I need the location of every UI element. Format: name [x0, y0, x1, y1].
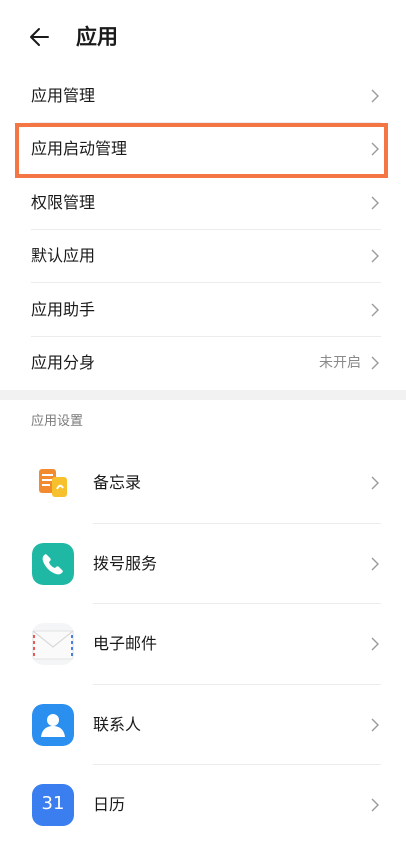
- notepad-icon: [32, 462, 74, 504]
- calendar-icon-text: 31: [41, 793, 65, 814]
- contacts-icon: [32, 703, 74, 746]
- chevron-right-icon: [371, 303, 379, 317]
- app-row-dialer[interactable]: 拨号服务: [0, 524, 406, 604]
- menu-item-app-management[interactable]: 应用管理: [0, 69, 406, 123]
- chevron-right-icon: [371, 142, 379, 156]
- chevron-right-icon: [371, 637, 379, 651]
- app-row-calendar[interactable]: 31 日历: [0, 765, 406, 846]
- app-list: 备忘录 拨号服务 电子邮件 联系人 31 日历: [0, 443, 406, 846]
- menu-item-label: 权限管理: [31, 192, 96, 212]
- chevron-right-icon: [371, 196, 379, 210]
- menu-item-app-launch-management[interactable]: 应用启动管理: [0, 123, 406, 176]
- chevron-right-icon: [371, 476, 379, 490]
- menu-item-label: 应用分身: [31, 353, 96, 373]
- menu-item-label: 应用管理: [31, 85, 96, 105]
- app-twin-status: 未开启: [319, 355, 361, 372]
- chevron-right-icon: [371, 89, 379, 103]
- app-label: 拨号服务: [93, 553, 158, 573]
- chevron-right-icon: [371, 718, 379, 732]
- chevron-right-icon: [371, 249, 379, 263]
- calendar-icon: 31: [32, 784, 74, 826]
- chevron-right-icon: [371, 798, 379, 812]
- section-divider: [0, 390, 406, 400]
- app-label: 电子邮件: [93, 634, 158, 653]
- app-row-contacts[interactable]: 联系人: [0, 685, 406, 765]
- menu-item-permission-management[interactable]: 权限管理: [0, 176, 406, 230]
- app-row-memo[interactable]: 备忘录: [0, 443, 406, 524]
- chevron-right-icon: [371, 557, 379, 571]
- menu-item-label: 应用助手: [31, 299, 96, 319]
- chevron-right-icon: [371, 356, 379, 370]
- settings-menu: 应用管理 应用启动管理 权限管理 默认应用 应用助手 应用分身 未开启: [0, 69, 406, 390]
- phone-icon: [32, 542, 74, 585]
- menu-item-app-twin[interactable]: 应用分身 未开启: [0, 337, 406, 391]
- envelope-icon: [32, 623, 74, 665]
- menu-item-app-assistant[interactable]: 应用助手: [0, 283, 406, 337]
- app-label: 联系人: [93, 714, 142, 734]
- menu-item-default-apps[interactable]: 默认应用: [0, 230, 406, 283]
- page-title: 应用: [76, 25, 118, 49]
- app-label: 日历: [93, 795, 126, 814]
- back-arrow-icon: [30, 28, 49, 46]
- section-title: 应用设置: [31, 414, 84, 429]
- back-button[interactable]: [26, 22, 56, 52]
- app-row-email[interactable]: 电子邮件: [0, 604, 406, 685]
- header-bar: 应用: [0, 0, 406, 72]
- menu-item-label: 应用启动管理: [31, 139, 128, 159]
- app-label: 备忘录: [93, 473, 142, 492]
- menu-item-label: 默认应用: [31, 246, 96, 266]
